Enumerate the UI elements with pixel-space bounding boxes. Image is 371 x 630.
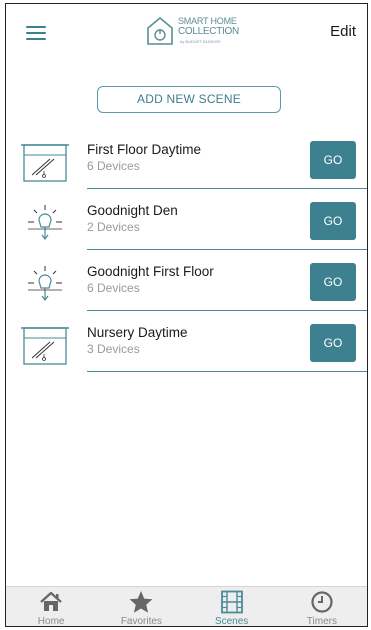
header: SMART HOME COLLECTION by BUDGET BLINDS® …: [6, 4, 367, 64]
tab-bar: Home Favorites Scenes Timers: [6, 586, 367, 626]
tab-favorites[interactable]: Favorites: [96, 587, 186, 626]
scene-name: First Floor Daytime: [87, 142, 202, 157]
scene-device-count: 6 Devices: [87, 281, 140, 295]
brand-line3: by BUDGET BLINDS®: [180, 39, 221, 44]
app-frame: SMART HOME COLLECTION by BUDGET BLINDS® …: [5, 3, 368, 627]
tab-label: Favorites: [120, 616, 162, 627]
window-shade-icon: [21, 327, 69, 365]
tab-home[interactable]: Home: [6, 587, 96, 626]
scene-name: Goodnight Den: [87, 203, 178, 218]
lamp-icon: [28, 266, 62, 301]
add-new-scene-button[interactable]: ADD NEW SCENE: [97, 86, 281, 113]
scene-device-count: 2 Devices: [87, 220, 140, 234]
tab-label: Home: [37, 616, 65, 627]
scene-device-count: 3 Devices: [87, 342, 140, 356]
tab-timers[interactable]: Timers: [277, 587, 367, 626]
tab-label: Timers: [306, 616, 337, 627]
scene-name: Goodnight First Floor: [87, 264, 214, 279]
scene-row[interactable]: Goodnight Den 2 Devices GO: [6, 189, 367, 250]
go-button[interactable]: GO: [310, 202, 356, 240]
menu-icon[interactable]: [26, 26, 48, 42]
go-button[interactable]: GO: [310, 141, 356, 179]
clock-icon: [311, 591, 333, 613]
film-icon: [220, 590, 243, 614]
brand-line1: SMART HOME: [178, 16, 237, 26]
star-icon: [129, 591, 153, 613]
home-icon: [40, 591, 62, 611]
window-shade-icon: [21, 144, 69, 182]
tab-label: Scenes: [214, 616, 249, 627]
scene-device-count: 6 Devices: [87, 159, 140, 173]
house-power-icon: [147, 16, 173, 45]
brand-line2: COLLECTION: [178, 26, 239, 37]
scene-name: Nursery Daytime: [87, 325, 188, 340]
tab-scenes[interactable]: Scenes: [187, 587, 277, 626]
scene-row[interactable]: Goodnight First Floor 6 Devices GO: [6, 250, 367, 311]
divider: [87, 371, 367, 372]
lamp-icon: [28, 205, 62, 240]
go-button[interactable]: GO: [310, 263, 356, 301]
scene-list: First Floor Daytime 6 Devices GO Goodnig…: [6, 128, 367, 372]
edit-button[interactable]: Edit: [330, 23, 356, 40]
go-button[interactable]: GO: [310, 324, 356, 362]
scene-row[interactable]: Nursery Daytime 3 Devices GO: [6, 311, 367, 372]
scene-row[interactable]: First Floor Daytime 6 Devices GO: [6, 128, 367, 189]
brand-logo: SMART HOME COLLECTION by BUDGET BLINDS®: [146, 14, 256, 50]
